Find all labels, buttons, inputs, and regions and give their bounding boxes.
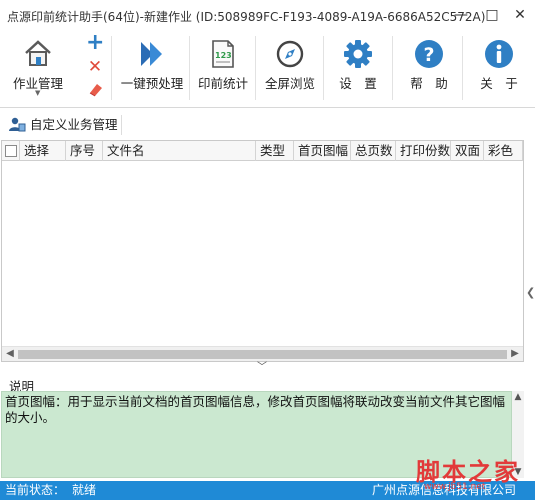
scroll-up-icon[interactable]: ▲	[512, 391, 524, 403]
ribbon-separator	[189, 36, 190, 100]
sub-toolbar: 自定义业务管理	[0, 110, 535, 140]
custom-business-label: 自定义业务管理	[30, 117, 118, 132]
col-header-print-copies[interactable]: 打印份数	[396, 141, 451, 161]
col-header-first-page-size[interactable]: 首页图幅	[294, 141, 351, 161]
status-value: 就绪	[72, 483, 97, 497]
fullscreen-browse-button[interactable]: 全屏浏览	[260, 34, 320, 104]
watermark-url: www.jb51.net	[424, 482, 486, 492]
col-header-duplex[interactable]: 双面	[451, 141, 484, 161]
col-header-filename[interactable]: 文件名	[103, 141, 256, 161]
ribbon-separator	[255, 36, 256, 100]
svg-text:?: ?	[423, 44, 434, 66]
ribbon-toolbar: 作业管理 ▼ + ✕ 一键预处理 123 印前统计 全屏浏览 设 置 ? 帮 助…	[0, 30, 535, 108]
grid-header: 选择 序号 文件名 类型 首页图幅 总页数 打印份数 双面 彩色	[2, 141, 523, 161]
col-header-total-pages[interactable]: 总页数	[351, 141, 396, 161]
add-icon[interactable]: +	[86, 32, 104, 54]
compass-icon	[276, 40, 304, 68]
ribbon-separator	[392, 36, 393, 100]
print-statistics-button[interactable]: 123 印前统计	[194, 34, 252, 104]
info-icon	[485, 40, 513, 68]
user-manage-icon	[9, 117, 26, 132]
ribbon-separator	[323, 36, 324, 100]
horizontal-scrollbar[interactable]: ◀ ▶	[2, 346, 523, 361]
scroll-left-icon[interactable]: ◀	[2, 347, 18, 362]
status-label: 当前状态：	[5, 483, 66, 497]
eraser-icon[interactable]	[87, 80, 105, 98]
job-manage-button[interactable]: 作业管理 ▼	[4, 34, 72, 104]
panel-splitter[interactable]: ﹀	[0, 362, 524, 374]
svg-text:123: 123	[215, 51, 232, 60]
house-icon	[25, 40, 51, 66]
document-123-icon: 123	[212, 40, 234, 68]
collapse-panel-icon[interactable]: ❮	[526, 286, 535, 300]
file-grid[interactable]: 选择 序号 文件名 类型 首页图幅 总页数 打印份数 双面 彩色 ◀ ▶	[1, 140, 524, 362]
double-chevron-icon	[141, 42, 162, 66]
window-title: 点源印前统计助手(64位)-新建作业 (ID:508989FC-F193-408…	[7, 10, 486, 24]
gear-icon	[344, 40, 372, 68]
about-label: 关 于	[480, 76, 518, 91]
settings-button[interactable]: 设 置	[328, 34, 388, 104]
toolbar-separator	[121, 115, 122, 135]
ribbon-separator	[111, 36, 112, 100]
dropdown-arrow-icon[interactable]: ▼	[35, 89, 40, 97]
remove-icon[interactable]: ✕	[86, 58, 104, 76]
col-header-index[interactable]: 序号	[66, 141, 103, 161]
one-click-preprocess-button[interactable]: 一键预处理	[118, 34, 186, 104]
help-label: 帮 助	[410, 76, 448, 91]
close-button[interactable]: ✕	[509, 5, 531, 25]
chevron-down-icon[interactable]: ﹀	[257, 362, 267, 373]
help-button[interactable]: ? 帮 助	[398, 34, 460, 104]
ribbon-separator	[462, 36, 463, 100]
select-all-cell	[2, 141, 20, 161]
scroll-thumb[interactable]	[18, 350, 507, 359]
title-bar: 点源印前统计助手(64位)-新建作业 (ID:508989FC-F193-408…	[0, 0, 535, 30]
question-icon: ?	[415, 40, 443, 68]
col-header-color[interactable]: 彩色	[484, 141, 523, 161]
col-header-select[interactable]: 选择	[20, 141, 66, 161]
maximize-button[interactable]: □	[481, 5, 503, 25]
minimize-button[interactable]: —	[450, 5, 472, 25]
about-button[interactable]: 关 于	[468, 34, 530, 104]
scroll-right-icon[interactable]: ▶	[507, 347, 523, 362]
settings-label: 设 置	[339, 76, 377, 91]
custom-business-button[interactable]: 自定义业务管理	[6, 115, 118, 135]
col-header-type[interactable]: 类型	[256, 141, 294, 161]
one-click-label: 一键预处理	[120, 76, 184, 91]
print-stat-label: 印前统计	[197, 76, 248, 91]
watermark: 脚本之家 www.jb51.net	[416, 452, 534, 497]
select-all-checkbox[interactable]	[5, 145, 17, 157]
fullscreen-label: 全屏浏览	[264, 76, 315, 91]
